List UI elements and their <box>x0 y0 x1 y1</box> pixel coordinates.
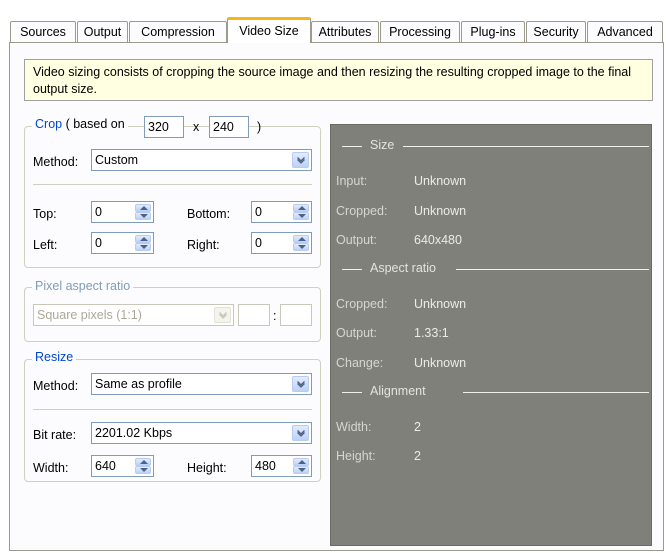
tab-video-size[interactable]: Video Size <box>227 17 311 43</box>
spin-down-icon[interactable] <box>135 466 151 474</box>
resize-height-label: Height: <box>187 461 227 475</box>
crop-right-label: Right: <box>187 238 220 252</box>
tab-attributes[interactable]: Attributes <box>311 21 379 42</box>
alignment-header: Alignment <box>330 384 652 400</box>
resize-height-stepper[interactable]: 480 <box>251 455 312 477</box>
spin-down-icon[interactable] <box>135 243 151 251</box>
align-height-label: Height: <box>336 449 376 463</box>
resize-height-value: 480 <box>255 459 276 473</box>
crop-method-value: Custom <box>95 153 139 167</box>
tab-sources[interactable]: Sources <box>10 21 76 42</box>
spin-up-icon[interactable] <box>135 458 151 466</box>
pixel-aspect-den-input[interactable] <box>280 304 312 326</box>
resize-width-stepper[interactable]: 640 <box>91 455 154 477</box>
chevron-down-icon[interactable] <box>292 425 309 441</box>
spin-down-icon[interactable] <box>293 243 309 251</box>
align-width-value: 2 <box>414 420 421 434</box>
align-height-value: 2 <box>414 449 421 463</box>
crop-bottom-label: Bottom: <box>187 207 231 221</box>
crop-bottom-value: 0 <box>255 205 262 219</box>
alignment-header-label: Alignment <box>370 384 426 398</box>
tab-advanced[interactable]: Advanced <box>587 21 663 42</box>
pixel-aspect-legend: Pixel aspect ratio <box>32 279 134 293</box>
output-value: 640x480 <box>414 233 462 247</box>
aspect-header: Aspect ratio <box>330 261 652 277</box>
spin-up-icon[interactable] <box>293 458 309 466</box>
crop-based-on-label: ( based on <box>65 117 125 131</box>
tab-processing[interactable]: Processing <box>380 21 460 42</box>
crop-height-input[interactable]: 240 <box>209 116 249 138</box>
cropped-label: Cropped: <box>336 204 388 218</box>
pixel-aspect-select[interactable]: Square pixels (1:1) <box>33 304 234 326</box>
pixel-aspect-num-input[interactable] <box>238 304 270 326</box>
change-label: Change: <box>336 356 384 370</box>
input-value: Unknown <box>414 174 467 188</box>
output-label: Output: <box>336 233 377 247</box>
bitrate-value: 2201.02 Kbps <box>95 426 173 440</box>
input-label: Input: <box>336 174 368 188</box>
aspect-cropped-value: Unknown <box>414 297 467 311</box>
change-value: Unknown <box>414 356 467 370</box>
cropped-value: Unknown <box>414 204 467 218</box>
resize-method-select[interactable]: Same as profile <box>91 373 312 395</box>
aspect-output-value: 1.33:1 <box>414 326 449 340</box>
spin-down-icon[interactable] <box>135 212 151 220</box>
chevron-down-icon[interactable] <box>214 307 231 323</box>
bitrate-label: Bit rate: <box>33 428 77 442</box>
tab-plug-ins[interactable]: Plug-ins <box>461 21 525 42</box>
crop-close-paren: ) <box>257 120 262 134</box>
info-banner: Video sizing consists of cropping the so… <box>24 59 653 101</box>
pixel-aspect-colon: : <box>273 309 277 323</box>
resize-legend: Resize <box>32 350 77 364</box>
resize-separator <box>33 409 312 410</box>
crop-legend: Crop ( based on <box>32 117 128 131</box>
spin-down-icon[interactable] <box>293 466 309 474</box>
crop-top-label: Top: <box>33 207 57 221</box>
pixel-aspect-value: Square pixels (1:1) <box>37 308 142 322</box>
crop-bottom-stepper[interactable]: 0 <box>251 201 312 223</box>
aspect-header-label: Aspect ratio <box>370 261 437 275</box>
crop-method-select[interactable]: Custom <box>91 149 312 171</box>
crop-right-value: 0 <box>255 236 262 250</box>
crop-top-stepper[interactable]: 0 <box>91 201 154 223</box>
crop-top-value: 0 <box>95 205 102 219</box>
aspect-cropped-label: Cropped: <box>336 297 388 311</box>
crop-right-stepper[interactable]: 0 <box>251 232 312 254</box>
spin-up-icon[interactable] <box>135 204 151 212</box>
crop-legend-label: Crop <box>35 117 63 131</box>
crop-separator <box>33 184 312 185</box>
resize-method-value: Same as profile <box>95 377 182 391</box>
tab-security[interactable]: Security <box>526 21 586 42</box>
crop-method-label: Method: <box>33 155 79 169</box>
chevron-down-icon[interactable] <box>292 152 309 168</box>
tab-output[interactable]: Output <box>77 21 128 42</box>
aspect-output-label: Output: <box>336 326 377 340</box>
crop-left-label: Left: <box>33 238 58 252</box>
crop-width-input[interactable]: 320 <box>144 116 184 138</box>
summary-panel <box>330 124 652 546</box>
bitrate-select[interactable]: 2201.02 Kbps <box>91 422 312 444</box>
size-header: Size <box>330 138 652 154</box>
spin-up-icon[interactable] <box>135 235 151 243</box>
resize-method-label: Method: <box>33 379 79 393</box>
chevron-down-icon[interactable] <box>292 376 309 392</box>
spin-up-icon[interactable] <box>293 235 309 243</box>
crop-left-stepper[interactable]: 0 <box>91 232 154 254</box>
crop-x-label: x <box>193 120 200 134</box>
spin-up-icon[interactable] <box>293 204 309 212</box>
resize-width-value: 640 <box>95 459 116 473</box>
crop-left-value: 0 <box>95 236 102 250</box>
size-header-label: Size <box>370 138 395 152</box>
resize-width-label: Width: <box>33 461 69 475</box>
spin-down-icon[interactable] <box>293 212 309 220</box>
align-width-label: Width: <box>336 420 372 434</box>
info-text: Video sizing consists of cropping the so… <box>33 65 632 96</box>
tab-compression[interactable]: Compression <box>129 21 227 42</box>
